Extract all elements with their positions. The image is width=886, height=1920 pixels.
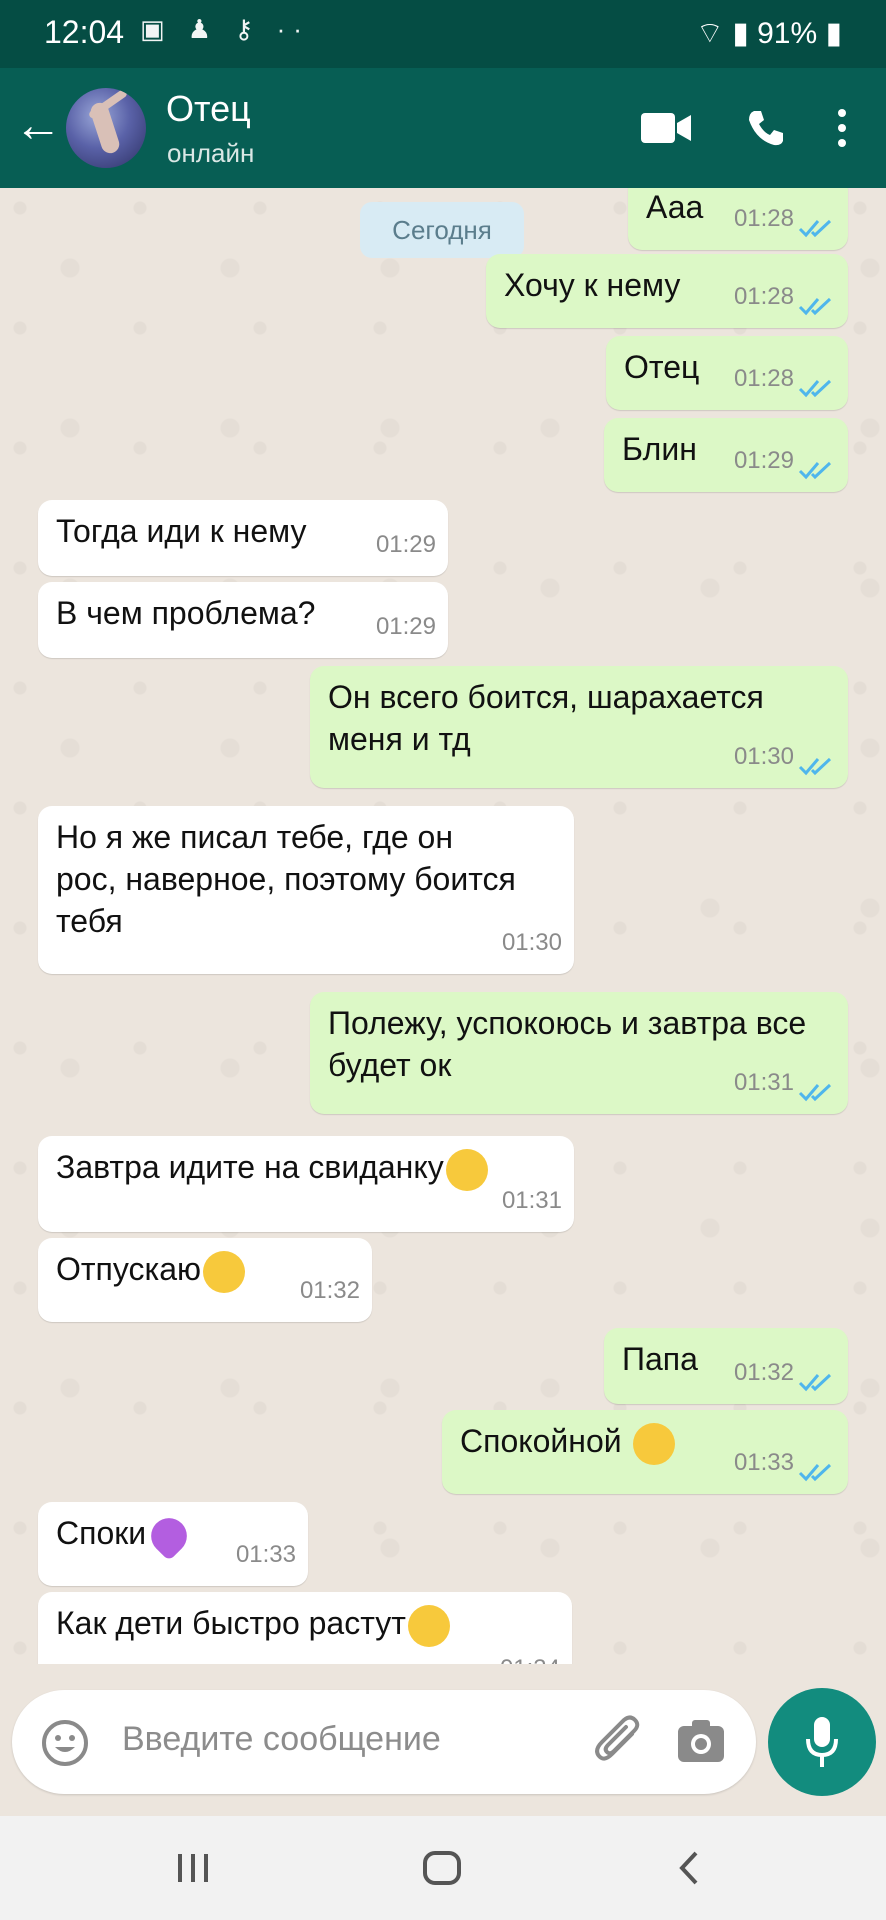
kiss-emoji-icon — [203, 1250, 246, 1293]
sad-sweat-emoji-icon — [407, 1604, 450, 1647]
smirk-emoji-icon — [445, 1148, 488, 1191]
more-vert-icon — [838, 109, 846, 147]
home-icon[interactable] — [422, 1850, 462, 1886]
message-incoming[interactable]: Отпускаю 01:32 — [38, 1238, 372, 1322]
attach-icon[interactable] — [592, 1714, 646, 1770]
avatar[interactable] — [66, 88, 146, 168]
message-incoming[interactable]: Но я же писал тебе, где он рос, наверное… — [38, 806, 574, 974]
signal-icon: ▮ — [732, 17, 749, 50]
message-time: 01:29 — [375, 613, 436, 640]
read-ticks-icon — [798, 757, 832, 776]
purple-heart-icon — [143, 1510, 195, 1561]
message-time: 01:29 — [375, 531, 436, 558]
read-ticks-icon — [798, 297, 832, 316]
status-time: 12:04 — [44, 14, 125, 50]
camera-icon[interactable] — [676, 1718, 726, 1764]
message-text: Блин — [622, 431, 697, 467]
message-outgoing[interactable]: Ааа 01:28 — [628, 188, 848, 250]
chat-area[interactable]: Ааа 01:28 Сегодня Хочу к нему 01:28 Отец… — [0, 188, 886, 1664]
message-time: 01:31 — [733, 1069, 794, 1096]
emoji-icon[interactable] — [40, 1718, 90, 1768]
date-chip: Сегодня — [360, 202, 524, 258]
read-ticks-icon — [798, 461, 832, 480]
status-notification-icons: ▣ ♟ ⚷ ·· — [140, 14, 310, 44]
message-outgoing[interactable]: Он всего боится, шарахается меня и тд 01… — [310, 666, 848, 788]
message-time: 01:28 — [733, 205, 794, 232]
message-text: Отпускаю — [56, 1251, 202, 1287]
mic-button[interactable] — [768, 1688, 876, 1796]
message-input[interactable]: Введите сообщение — [122, 1720, 441, 1759]
read-ticks-icon — [798, 1373, 832, 1392]
message-text: Но я же писал тебе, где он рос, наверное… — [56, 819, 516, 939]
message-time: 01:32 — [733, 1359, 794, 1386]
message-text: Тогда иди к нему — [56, 513, 307, 549]
message-time: 01:28 — [733, 365, 794, 392]
message-time: 01:30 — [733, 743, 794, 770]
message-outgoing[interactable]: Полежу, успокоюсь и завтра все будет ок … — [310, 992, 848, 1114]
message-incoming[interactable]: Споки 01:33 — [38, 1502, 308, 1586]
message-incoming[interactable]: Тогда иди к нему 01:29 — [38, 500, 448, 576]
contact-name[interactable]: Отец — [166, 88, 251, 130]
video-call-button[interactable] — [636, 98, 696, 158]
video-camera-icon — [641, 113, 691, 143]
message-text: Завтра идите на свиданку — [56, 1149, 444, 1185]
message-time: 01:33 — [733, 1449, 794, 1476]
back-nav-icon[interactable] — [676, 1850, 702, 1886]
read-ticks-icon — [798, 379, 832, 398]
wifi-icon: ⌔ — [695, 17, 724, 50]
read-ticks-icon — [798, 1083, 832, 1102]
message-text: Отец — [624, 349, 700, 385]
recent-apps-icon[interactable] — [176, 1852, 210, 1884]
message-text: Папа — [622, 1341, 698, 1377]
sleeping-emoji-icon — [632, 1422, 675, 1465]
message-time: 01:33 — [235, 1541, 296, 1568]
message-time: 01:31 — [501, 1187, 562, 1214]
voice-call-button[interactable] — [736, 98, 796, 158]
message-text: Спокойной — [460, 1423, 622, 1459]
message-time: 01:28 — [733, 283, 794, 310]
more-options-button[interactable] — [812, 98, 872, 158]
message-incoming[interactable]: В чем проблема? 01:29 — [38, 582, 448, 658]
microphone-icon — [806, 1717, 838, 1767]
message-outgoing[interactable]: Папа 01:32 — [604, 1328, 848, 1404]
message-text: Хочу к нему — [504, 267, 681, 303]
chat-header: ← Отец онлайн — [0, 68, 886, 188]
message-time: 01:29 — [733, 447, 794, 474]
message-text: В чем проблема? — [56, 595, 316, 631]
phone-icon — [749, 111, 783, 146]
message-time: 01:34 — [500, 1648, 560, 1664]
read-ticks-icon — [798, 219, 832, 238]
message-text: Как дети быстро растут — [56, 1605, 406, 1641]
message-text: Споки — [56, 1515, 147, 1551]
message-time: 01:30 — [501, 929, 562, 956]
message-outgoing[interactable]: Хочу к нему 01:28 — [486, 254, 848, 328]
back-button[interactable]: ← — [10, 100, 66, 156]
message-outgoing[interactable]: Спокойной 01:33 — [442, 1410, 848, 1494]
message-outgoing[interactable]: Блин 01:29 — [604, 418, 848, 492]
system-navigation-bar — [0, 1816, 886, 1920]
battery-icon: ▮ — [825, 17, 842, 50]
message-input-bar[interactable]: Введите сообщение — [12, 1690, 756, 1794]
battery-percent: 91% — [757, 17, 818, 50]
message-incoming[interactable]: Завтра идите на свиданку 01:31 — [38, 1136, 574, 1232]
status-right: ⌔ ▮ 91% ▮ — [696, 14, 842, 52]
read-ticks-icon — [798, 1463, 832, 1482]
status-bar: 12:04 ▣ ♟ ⚷ ·· ⌔ ▮ 91% ▮ — [0, 0, 886, 68]
message-outgoing[interactable]: Отец 01:28 — [606, 336, 848, 410]
message-text: Ааа — [646, 189, 704, 225]
message-time: 01:32 — [299, 1277, 360, 1304]
message-incoming[interactable]: Как дети быстро растут 01:34 — [38, 1592, 572, 1664]
contact-status: онлайн — [167, 138, 255, 168]
